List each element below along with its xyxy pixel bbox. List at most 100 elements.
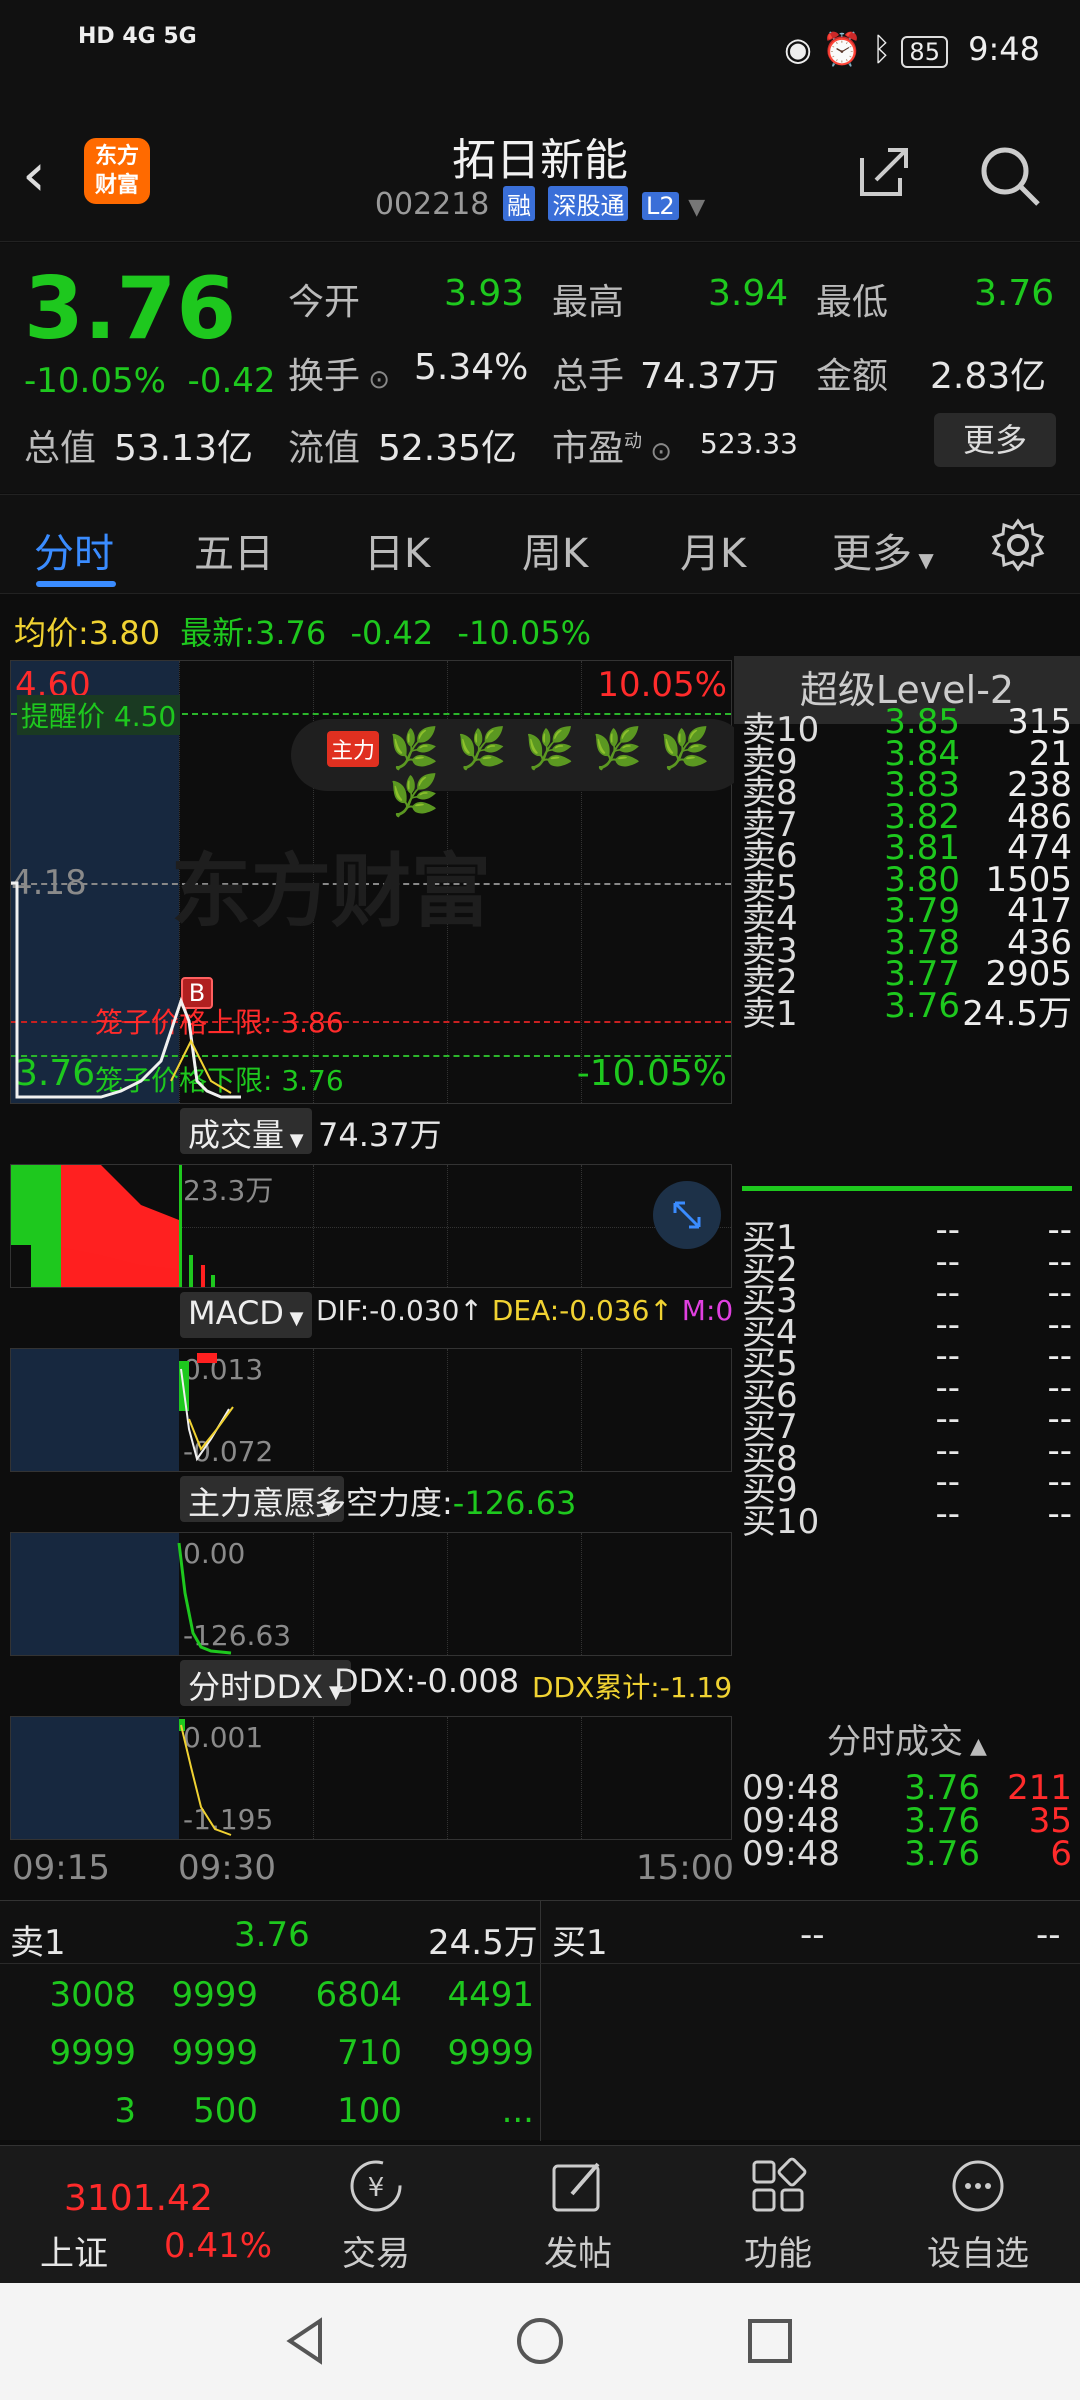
intraday-price-chart[interactable]: 4.60 10.05% 提醒价 4.50 4.18 东方财富 主力 🌿🌿🌿🌿🌿🌿…: [10, 660, 747, 1104]
time-open: 09:30: [178, 1848, 276, 1888]
expand-icon[interactable]: [653, 1181, 721, 1249]
time-close: 15:00: [636, 1848, 734, 1888]
tab-daily-k[interactable]: 日K: [364, 521, 430, 579]
queue-sell1-volume: 24.5万: [428, 1923, 538, 1963]
more-button[interactable]: 更多: [934, 413, 1056, 467]
volume-value: 74.37万: [640, 356, 780, 397]
share-icon[interactable]: [856, 144, 912, 200]
battery-indicator: 85: [901, 36, 948, 68]
price-line: [11, 881, 241, 1099]
volume-chart[interactable]: 23.3万: [10, 1164, 732, 1288]
alarm-icon: ⏰: [822, 30, 862, 68]
chevron-down-icon: ▼: [688, 195, 706, 220]
pe-label: 市盈动 ⊙: [552, 428, 673, 469]
status-bar: HD 4G 5G ◉ ⏰ ᛒ 85 9:48: [0, 0, 1080, 110]
ddx-value: DDX:-0.008: [334, 1662, 520, 1700]
stock-code: 002218: [374, 187, 490, 222]
tab-weekly-k[interactable]: 周K: [522, 521, 588, 579]
queue-order: 710: [337, 2033, 402, 2073]
nav-back-icon[interactable]: [280, 2315, 332, 2367]
ddx-indicator-select[interactable]: 分时DDX ▼: [180, 1660, 351, 1706]
system-nav-bar: [0, 2283, 1080, 2400]
float-mv-value: 52.35亿: [378, 428, 518, 469]
chart-tabs: 分时 五日 日K 周K 月K 更多 ▼: [0, 494, 1080, 594]
pe-value: 523.33: [700, 427, 798, 460]
last-price: 3.76: [24, 259, 237, 359]
volume-indicator-select[interactable]: 成交量 ▼: [180, 1108, 312, 1154]
trades-header[interactable]: 分时成交 ▲: [734, 1714, 1080, 1763]
ddx-chart[interactable]: 0.001 -1.195: [10, 1716, 732, 1840]
long-short-force: 多空力度:-126.63: [314, 1484, 577, 1522]
bid-volume: --: [1047, 1493, 1072, 1534]
queue-order: 100: [337, 2091, 402, 2131]
ask-row[interactable]: 卖1 3.76 24.5万: [742, 986, 1072, 1034]
amount-value: 2.83亿: [930, 356, 1047, 397]
gear-icon[interactable]: [990, 517, 1046, 573]
queue-order: 9999: [171, 1975, 258, 2015]
eye-icon: ◉: [783, 30, 812, 68]
price-change: -10.05% -0.42: [24, 361, 276, 401]
bid-row[interactable]: 买10 -- --: [742, 1494, 1072, 1542]
ask-price: 3.76: [884, 985, 960, 1026]
volume-label: 总手: [552, 356, 625, 397]
ask-level: 卖1: [742, 993, 798, 1034]
low-label: 最低: [816, 282, 889, 323]
margin-tag: 融: [502, 186, 535, 221]
queue-order: 3: [114, 2091, 136, 2131]
tab-intraday[interactable]: 分时: [34, 521, 114, 579]
book-separator: [742, 1186, 1072, 1191]
svg-text:¥: ¥: [368, 2173, 385, 2203]
quote-panel: 3.76 -10.05% -0.42 今开 3.93 最高 3.94 最低 3.…: [0, 243, 1080, 493]
more-dots-icon: [952, 2160, 1004, 2212]
trade-volume: 6: [1050, 1834, 1072, 1874]
l2-tag: L2: [642, 192, 679, 220]
search-icon[interactable]: [978, 144, 1042, 208]
open-value: 3.93: [444, 273, 525, 314]
macd-chart[interactable]: 0.013 -0.072: [10, 1348, 732, 1472]
high-value: 3.94: [708, 273, 789, 314]
time-start: 09:15: [12, 1848, 110, 1888]
tab-five-day[interactable]: 五日: [194, 521, 274, 579]
volume-max: 23.3万: [183, 1174, 274, 1207]
order-queue: 卖1 3.76 24.5万 买1 -- -- 3008 9999 6804 4491 9…: [0, 1900, 1080, 2141]
index-ticker[interactable]: 3101.42 上证 0.41%: [0, 2146, 272, 2284]
ddx-cumulative: DDX累计:-1.195: [532, 1671, 750, 1704]
nav-trade[interactable]: ¥ 交易: [316, 2156, 436, 2275]
queue-order: 500: [193, 2091, 258, 2131]
nav-recents-icon[interactable]: [744, 2315, 796, 2367]
bid-level: 买10: [742, 1501, 820, 1542]
turnover-value: 5.34%: [414, 347, 529, 388]
trade-price: 3.76: [904, 1834, 980, 1874]
bluetooth-icon: ᛒ: [872, 30, 892, 68]
nav-add-watchlist[interactable]: 设自选: [918, 2156, 1038, 2275]
total-mv-value: 53.13亿: [114, 428, 254, 469]
low-value: 3.76: [974, 273, 1055, 314]
bid-price: --: [935, 1493, 960, 1534]
queue-buy1-volume: --: [1036, 1915, 1061, 1955]
force-line: [177, 1542, 232, 1655]
nav-functions[interactable]: 功能: [718, 2156, 838, 2275]
connect-tag: 深股通: [548, 186, 629, 221]
trade-time: 09:48: [742, 1834, 840, 1874]
queue-sell1-label: 卖1: [10, 1923, 66, 1963]
macd-indicator-select[interactable]: MACD ▼: [180, 1292, 312, 1338]
tab-more[interactable]: 更多 ▼: [832, 521, 934, 579]
order-book[interactable]: 超级Level-2 分时成交 ▲ 卖10 3.85 315 卖9 3.84 21 卖8 3.8…: [734, 656, 1080, 1900]
total-mv-label: 总值: [24, 428, 97, 469]
queue-order: 4491: [447, 1975, 534, 2015]
main-force-chart[interactable]: 0.00 -126.63: [10, 1532, 732, 1656]
amount-label: 金额: [816, 356, 889, 397]
nav-post[interactable]: 发帖: [518, 2156, 638, 2275]
turnover-label: 换手 ⊙: [288, 356, 391, 397]
queue-buy1-price: --: [800, 1915, 825, 1955]
stock-name: 拓日新能: [452, 135, 628, 186]
macd-lines: [179, 1353, 234, 1462]
status-right: ◉ ⏰ ᛒ 85 9:48: [784, 30, 1040, 68]
ask-volume: 24.5万: [962, 993, 1072, 1034]
tab-monthly-k[interactable]: 月K: [680, 521, 746, 579]
stock-code-line[interactable]: 002218 融 深股通 L2 ▼: [0, 186, 1080, 222]
stock-header: ‹ 东方 财富 拓日新能 002218 融 深股通 L2 ▼: [0, 110, 1080, 242]
index-value: 3101.42: [64, 2178, 213, 2219]
nav-home-icon[interactable]: [514, 2315, 566, 2367]
queue-order: 9999: [447, 2033, 534, 2073]
